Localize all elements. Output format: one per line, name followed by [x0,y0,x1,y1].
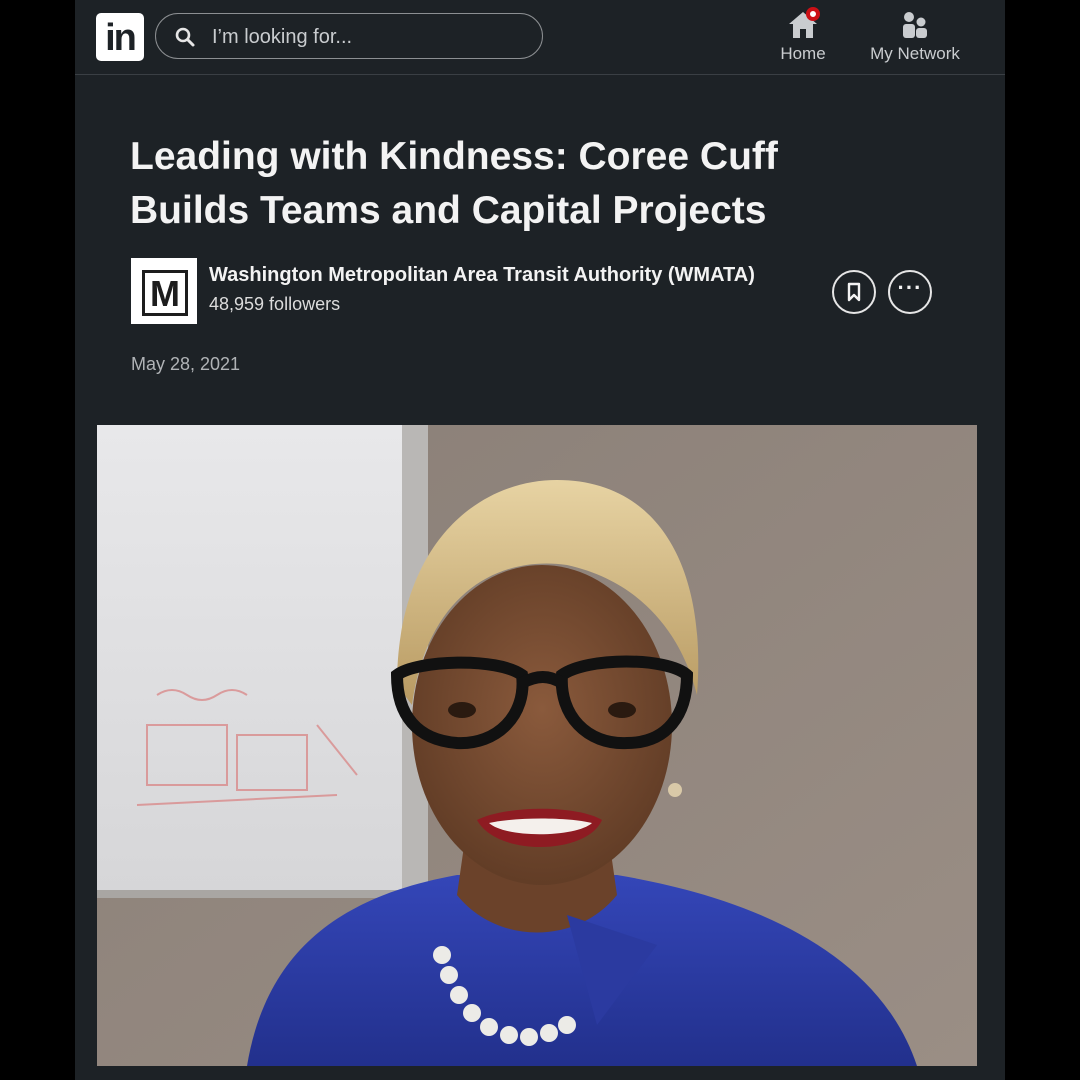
nav-my-network-label: My Network [870,44,960,63]
article-title: Leading with Kindness: Coree Cuff Builds… [130,135,778,232]
bookmark-icon [847,282,861,302]
app-frame: in Home [75,0,1005,1080]
author-name[interactable]: Washington Metropolitan Area Transit Aut… [209,264,755,287]
more-dots-icon: ··· [897,275,923,300]
search-icon [175,27,195,47]
nav-home-label: Home [780,44,826,63]
more-options-button[interactable]: ··· [888,270,932,314]
linkedin-logo[interactable]: in [96,13,144,61]
top-nav-bar: in Home [75,0,1005,75]
portrait-photo [97,425,977,1066]
metro-logo-letter: M [142,270,188,316]
author-followers: 48,959 followers [209,294,341,314]
hero-image [97,425,977,1066]
save-button[interactable] [832,270,876,314]
people-icon [903,12,927,38]
search-input[interactable] [210,20,534,54]
author-logo[interactable]: M [131,258,197,324]
notification-badge [806,7,820,21]
nav-my-network[interactable]: My Network [865,8,965,68]
publish-date: May 28, 2021 [131,354,241,374]
nav-home[interactable]: Home [775,7,831,68]
search-bar[interactable] [155,13,543,59]
